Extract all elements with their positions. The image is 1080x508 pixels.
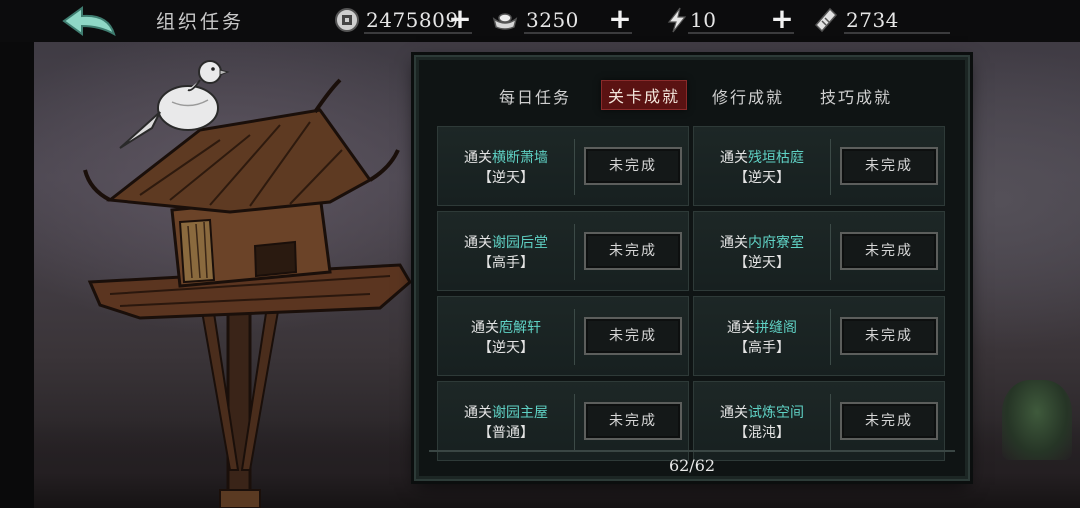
pigeon-house-illustration	[83, 60, 412, 508]
green-figure	[1002, 380, 1072, 460]
difficulty-label: 【混沌】	[734, 425, 790, 441]
achievement-prefix: 通关	[464, 235, 492, 251]
difficulty-label: 【逆天】	[734, 255, 790, 271]
ingot-icon	[492, 13, 518, 30]
difficulty-label: 【高手】	[734, 340, 790, 356]
stage-name: 谢园主屋	[492, 405, 548, 421]
achievement-name: 通关内府寮室	[694, 232, 830, 252]
resource-ingots: 3250 +	[492, 4, 636, 36]
achievement-card: 通关残垣枯庭 【逆天】 未完成	[693, 126, 945, 206]
tab-training-achievements[interactable]: 修行成就	[712, 84, 784, 108]
stage-name: 内府寮室	[748, 235, 804, 251]
achievement-card: 通关内府寮室 【逆天】 未完成	[693, 211, 945, 291]
achievement-prefix: 通关	[464, 405, 492, 421]
top-bar: 组织任务 2475809 + 3250 + 10 + 2734	[0, 0, 1080, 42]
achievement-name: 通关残垣枯庭	[694, 147, 830, 167]
tickets-underline	[844, 32, 950, 34]
achievement-prefix: 通关	[720, 235, 748, 251]
difficulty-label: 【逆天】	[734, 170, 790, 186]
difficulty-label: 【高手】	[478, 255, 534, 271]
achievement-grid: 通关横断萧墙 【逆天】 未完成 通关残垣枯庭 【逆天】 未完成 通关谢园后堂 【…	[437, 126, 949, 461]
progress-counter: 62/62	[668, 456, 716, 475]
energy-value: 10	[690, 8, 717, 32]
achievement-name: 通关庖解轩	[438, 317, 574, 337]
achievement-name: 通关谢园主屋	[438, 402, 574, 422]
achievement-prefix: 通关	[720, 150, 748, 166]
difficulty-label: 【逆天】	[478, 340, 534, 356]
achievement-name: 通关谢园后堂	[438, 232, 574, 252]
stage-name: 残垣枯庭	[748, 150, 804, 166]
ingots-value: 3250	[526, 8, 579, 32]
tab-skill-achievements[interactable]: 技巧成就	[820, 84, 892, 108]
card-divider	[830, 394, 831, 450]
tab-stage-achievements[interactable]: 关卡成就	[601, 80, 688, 110]
card-divider	[830, 139, 831, 195]
achievement-name: 通关横断萧墙	[438, 147, 574, 167]
achievement-name: 通关拼缝阁	[694, 317, 830, 337]
coins-value: 2475809	[366, 8, 459, 32]
energy-icon	[667, 7, 687, 33]
achievement-card: 通关拼缝阁 【高手】 未完成	[693, 296, 945, 376]
status-button[interactable]: 未完成	[584, 317, 682, 355]
status-button[interactable]: 未完成	[584, 232, 682, 270]
status-button[interactable]: 未完成	[840, 317, 938, 355]
achievement-panel: 每日任务 关卡成就 修行成就 技巧成就 通关横断萧墙 【逆天】 未完成 通关残垣…	[414, 55, 970, 481]
status-button[interactable]: 未完成	[840, 402, 938, 440]
achievement-card: 通关横断萧墙 【逆天】 未完成	[437, 126, 689, 206]
add-ingots-button[interactable]: +	[608, 5, 632, 34]
difficulty-label: 【普通】	[478, 425, 534, 441]
card-divider	[574, 394, 575, 450]
left-border	[0, 42, 34, 508]
ticket-icon	[814, 7, 838, 33]
resource-energy: 10 +	[664, 4, 798, 36]
resource-tickets: 2734	[812, 4, 954, 36]
achievement-card: 通关庖解轩 【逆天】 未完成	[437, 296, 689, 376]
page-title: 组织任务	[156, 11, 245, 33]
card-divider	[574, 224, 575, 280]
achievement-prefix: 通关	[471, 320, 499, 336]
card-divider	[830, 224, 831, 280]
card-divider	[574, 309, 575, 365]
stage-name: 庖解轩	[499, 320, 541, 336]
stage-name: 谢园后堂	[492, 235, 548, 251]
panel-divider	[429, 450, 955, 452]
achievement-prefix: 通关	[720, 405, 748, 421]
stage-name: 试炼空间	[748, 405, 804, 421]
status-button[interactable]: 未完成	[584, 147, 682, 185]
tickets-value: 2734	[846, 8, 899, 32]
status-button[interactable]: 未完成	[584, 402, 682, 440]
back-arrow-icon[interactable]	[58, 4, 120, 38]
achievement-prefix: 通关	[464, 150, 492, 166]
difficulty-label: 【逆天】	[478, 170, 534, 186]
stage-name: 横断萧墙	[492, 150, 548, 166]
status-button[interactable]: 未完成	[840, 232, 938, 270]
resource-coins: 2475809 +	[334, 4, 474, 36]
achievement-prefix: 通关	[727, 320, 755, 336]
achievement-name: 通关试炼空间	[694, 402, 830, 422]
achievement-card: 通关谢园主屋 【普通】 未完成	[437, 381, 689, 461]
add-coins-button[interactable]: +	[448, 5, 472, 34]
coin-icon	[335, 8, 359, 32]
status-button[interactable]: 未完成	[840, 147, 938, 185]
achievement-card: 通关试炼空间 【混沌】 未完成	[693, 381, 945, 461]
stage-name: 拼缝阁	[755, 320, 797, 336]
achievement-card: 通关谢园后堂 【高手】 未完成	[437, 211, 689, 291]
tab-bar: 每日任务 关卡成就 修行成就 技巧成就	[419, 60, 965, 122]
card-divider	[574, 139, 575, 195]
add-energy-button[interactable]: +	[770, 5, 794, 34]
tab-daily-tasks[interactable]: 每日任务	[499, 84, 571, 108]
card-divider	[830, 309, 831, 365]
